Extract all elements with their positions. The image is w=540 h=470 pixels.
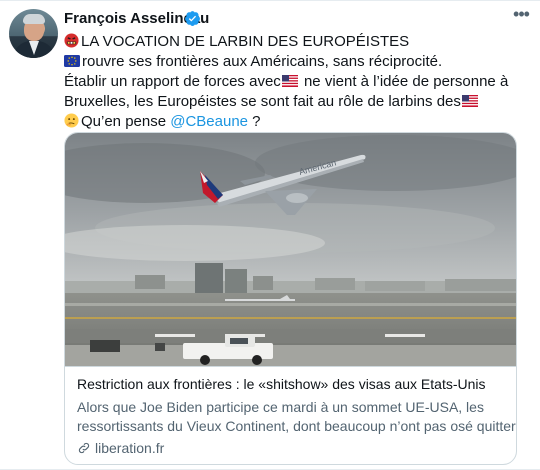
card-domain[interactable]: liberation.fr [77, 439, 164, 458]
card-description-line-2: ressortissants du Vieux Continent, dont … [77, 418, 517, 434]
link-preview-card[interactable]: American Restriction aux frontières : le… [64, 132, 517, 465]
thinking-face-icon [64, 113, 79, 128]
card-title[interactable]: Restriction aux frontières : le «shitsho… [77, 375, 486, 394]
tweet-text-5-suffix: ? [248, 113, 261, 130]
verified-badge-icon [185, 11, 200, 27]
card-divider [65, 366, 516, 367]
tweet-text-2: rouvre ses frontières aux Américains, sa… [82, 53, 443, 70]
link-icon [78, 442, 90, 454]
tweet[interactable]: François Asselineau ••• LA VOCATION DE L… [0, 0, 540, 470]
tweet-text-5-prefix: Qu’en pense [81, 113, 171, 130]
tweet-text-3-tail: ne vient à l’idée de personne à [299, 73, 509, 90]
card-description-line-1: Alors que Joe Biden participe ce mardi à… [77, 399, 484, 415]
tweet-text-line-2: rouvre ses frontières aux Américains, sa… [64, 52, 442, 72]
card-domain-text: liberation.fr [95, 440, 165, 456]
tweet-text-line-4: Bruxelles, les Européistes se sont fait … [64, 92, 480, 112]
us-flag-icon [281, 75, 298, 87]
tweet-text-3: Établir un rapport de forces avec [64, 73, 281, 90]
card-image: American [65, 133, 516, 366]
tweet-text-line-3: Établir un rapport de forces avec ne vie… [64, 72, 508, 92]
tweet-text-line-1: LA VOCATION DE LARBIN DES EUROPÉISTES [64, 32, 409, 52]
top-divider [0, 0, 540, 1]
more-options-button[interactable]: ••• [509, 5, 533, 30]
avatar-hair [23, 14, 45, 24]
us-flag-icon [461, 95, 478, 107]
mention-link[interactable]: @CBeaune [170, 113, 248, 130]
eu-flag-icon [64, 55, 80, 67]
tweet-headline: LA VOCATION DE LARBIN DES EUROPÉISTES [81, 33, 410, 50]
angry-face-icon [64, 33, 79, 48]
tweet-text-4: Bruxelles, les Européistes se sont fait … [64, 93, 461, 110]
tweet-text-line-5: Qu’en pense @CBeaune ? [64, 112, 261, 132]
avatar[interactable] [9, 9, 58, 58]
